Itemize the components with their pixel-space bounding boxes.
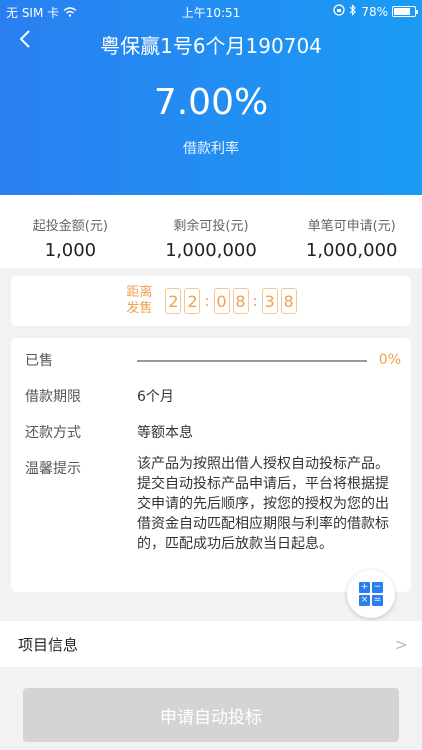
stat-min-invest: 起投金额(元) 1,000 bbox=[0, 195, 141, 268]
calc-key: = bbox=[372, 595, 383, 606]
battery-percent: 78% bbox=[361, 4, 388, 19]
stat-value: 1,000,000 bbox=[305, 240, 398, 261]
countdown-colon: : bbox=[252, 292, 258, 310]
header: 无 SIM 卡 上午10:51 78% 粤保赢1号6个月190704 7.00%… bbox=[0, 0, 422, 195]
bluetooth-icon bbox=[349, 4, 357, 19]
interest-rate-label: 借款利率 bbox=[183, 141, 239, 157]
project-info-label: 项目信息 bbox=[18, 635, 79, 654]
hour-digit: 2 bbox=[184, 288, 201, 314]
chevron-right-icon: > bbox=[394, 635, 408, 654]
minute-digit: 8 bbox=[232, 288, 249, 314]
calculator-button[interactable]: + − × = bbox=[347, 570, 395, 618]
countdown-label-line1: 距离 bbox=[126, 285, 153, 300]
sold-percent: 0% bbox=[378, 352, 401, 368]
project-info-row[interactable]: 项目信息 > bbox=[0, 621, 422, 667]
sale-countdown: 距离 发售 2 2 : 0 8 : 3 8 bbox=[11, 276, 411, 326]
countdown-label: 距离 发售 bbox=[125, 285, 153, 317]
term-label: 借款期限 bbox=[25, 389, 81, 405]
stat-remaining: 剩余可投(元) 1,000,000 bbox=[141, 195, 282, 268]
status-right: 78% bbox=[333, 4, 418, 19]
second-digit: 3 bbox=[261, 288, 278, 314]
repay-label: 还款方式 bbox=[25, 425, 81, 441]
interest-rate-value: 7.00% bbox=[153, 82, 269, 123]
countdown-digits: 2 2 : 0 8 : 3 8 bbox=[165, 288, 297, 314]
calc-key: − bbox=[372, 582, 383, 593]
stat-label: 剩余可投(元) bbox=[173, 219, 249, 234]
countdown-colon: : bbox=[204, 292, 210, 310]
term-value: 6个月 bbox=[137, 389, 174, 405]
page-title: 粤保赢1号6个月190704 bbox=[100, 34, 322, 58]
hour-digit: 2 bbox=[165, 288, 182, 314]
status-bar: 无 SIM 卡 上午10:51 78% bbox=[0, 0, 422, 22]
minute-digit: 0 bbox=[213, 288, 230, 314]
notice-label: 温馨提示 bbox=[25, 461, 81, 477]
stat-label: 单笔可申请(元) bbox=[307, 219, 396, 234]
calc-key: + bbox=[359, 582, 370, 593]
stat-value: 1,000 bbox=[44, 240, 97, 261]
notice-text: 该产品为按照出借人授权自动投标产品。提交自动投标产品申请后，平台将根据提交申请的… bbox=[137, 456, 389, 552]
nav-bar: 粤保赢1号6个月190704 bbox=[0, 26, 422, 60]
second-digit: 8 bbox=[280, 288, 297, 314]
battery-fill bbox=[394, 8, 410, 15]
stat-max-single: 单笔可申请(元) 1,000,000 bbox=[281, 195, 422, 268]
calculator-icon: + − × = bbox=[359, 582, 383, 606]
sold-progress-bar bbox=[137, 360, 367, 362]
battery-icon bbox=[392, 6, 418, 17]
product-details: 已售 0% 借款期限 6个月 还款方式 等额本息 温馨提示 该产品为按照出借人授… bbox=[11, 338, 411, 592]
sold-label: 已售 bbox=[25, 353, 53, 369]
repay-value: 等额本息 bbox=[137, 425, 193, 441]
calc-key: × bbox=[359, 595, 370, 606]
orientation-lock-icon bbox=[333, 4, 345, 19]
countdown-label-line2: 发售 bbox=[126, 301, 153, 316]
stat-label: 起投金额(元) bbox=[32, 219, 108, 234]
apply-auto-bid-button[interactable]: 申请自动投标 bbox=[23, 688, 399, 742]
investment-stats: 起投金额(元) 1,000 剩余可投(元) 1,000,000 单笔可申请(元)… bbox=[0, 195, 422, 268]
stat-value: 1,000,000 bbox=[165, 240, 257, 261]
